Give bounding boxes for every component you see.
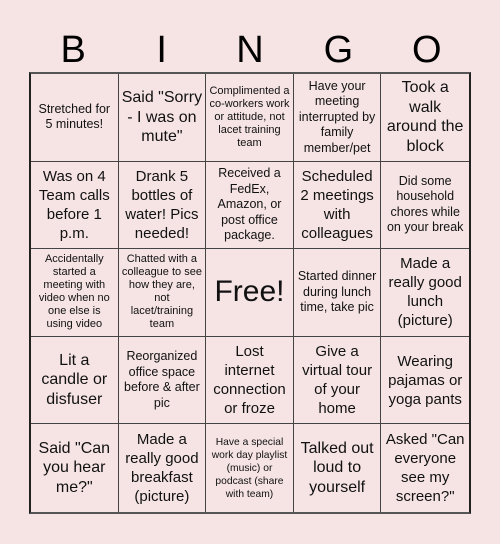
bingo-cell[interactable]: Drank 5 bottles of water! Pics needed! bbox=[118, 161, 207, 250]
bingo-cell[interactable]: Accidentally started a meeting with vide… bbox=[31, 249, 119, 337]
bingo-cell[interactable]: Have a special work day playlist (music)… bbox=[206, 424, 294, 512]
bingo-cell[interactable]: Scheduled 2 meetings with colleagues bbox=[293, 161, 382, 250]
cell-text: Have your meeting interrupted by family … bbox=[298, 78, 376, 155]
header-letter-g: G bbox=[323, 29, 354, 71]
cell-text: Scheduled 2 meetings with colleagues bbox=[300, 167, 374, 242]
cell-text: Talked out loud to yourself bbox=[300, 439, 374, 496]
cell-text: Stretched for 5 minutes! bbox=[38, 101, 111, 132]
cell-text: Complimented a co-workers work or attitu… bbox=[209, 84, 290, 149]
cell-text: Drank 5 bottles of water! Pics needed! bbox=[125, 167, 199, 242]
cell-text: Did some household chores while on your … bbox=[386, 173, 464, 235]
cell-text: Wearing pajamas or yoga pants bbox=[388, 352, 463, 408]
free-space-text: Free! bbox=[214, 275, 285, 309]
bingo-cell[interactable]: Have your meeting interrupted by family … bbox=[293, 74, 382, 162]
bingo-cell[interactable]: Said "Can you hear me?" bbox=[31, 424, 119, 512]
cell-text: Have a special work day playlist (music)… bbox=[211, 436, 288, 500]
bingo-cell[interactable]: Chatted with a colleague to see how they… bbox=[118, 249, 207, 337]
cell-text: Asked "Can everyone see my screen?" bbox=[385, 431, 465, 506]
header-letter-n: N bbox=[236, 29, 264, 71]
bingo-cell[interactable]: Stretched for 5 minutes! bbox=[31, 74, 119, 162]
bingo-cell[interactable]: Asked "Can everyone see my screen?" bbox=[381, 424, 469, 512]
cell-text: Accidentally started a meeting with vide… bbox=[38, 253, 110, 331]
cell-text: Made a really good breakfast (picture) bbox=[125, 431, 199, 506]
bingo-cell[interactable]: Complimented a co-workers work or attitu… bbox=[206, 74, 294, 162]
bingo-cell[interactable]: Lit a candle or disfuser bbox=[31, 336, 119, 425]
cell-text: Was on 4 Team calls before 1 p.m. bbox=[38, 167, 110, 242]
bingo-cell[interactable]: Started dinner during lunch time, take p… bbox=[293, 249, 382, 337]
header-letter-b: B bbox=[60, 29, 86, 71]
cell-text: Give a virtual tour of your home bbox=[302, 343, 373, 418]
cell-text: Started dinner during lunch time, take p… bbox=[297, 269, 377, 315]
bingo-cell[interactable]: Wearing pajamas or yoga pants bbox=[381, 337, 469, 425]
bingo-cell[interactable]: Took a walk around the block bbox=[381, 74, 469, 162]
cell-text: Reorganized office space before & after … bbox=[124, 349, 200, 410]
cell-text: Chatted with a colleague to see how they… bbox=[121, 253, 202, 331]
bingo-cell[interactable]: Lost internet connection or froze bbox=[206, 336, 294, 425]
bingo-cell[interactable]: Did some household chores while on your … bbox=[381, 162, 469, 250]
cell-text: Made a really good lunch (picture) bbox=[388, 255, 462, 330]
bingo-cell[interactable]: Reorganized office space before & after … bbox=[118, 336, 207, 425]
cell-text: Said "Sorry - I was on mute" bbox=[121, 89, 203, 146]
header-letter-i: I bbox=[156, 29, 167, 71]
bingo-cell[interactable]: Made a really good lunch (picture) bbox=[381, 249, 469, 337]
cell-text: Said "Can you hear me?" bbox=[38, 439, 111, 496]
free-space-cell[interactable]: Free! bbox=[206, 249, 294, 337]
cell-text: Took a walk around the block bbox=[386, 79, 464, 155]
cell-text: Lost internet connection or froze bbox=[213, 343, 286, 418]
bingo-cell[interactable]: Was on 4 Team calls before 1 p.m. bbox=[31, 161, 119, 250]
bingo-cell[interactable]: Made a really good breakfast (picture) bbox=[119, 424, 207, 512]
cell-text: Received a FedEx, Amazon, or post office… bbox=[217, 166, 282, 243]
bingo-cell[interactable]: Said "Sorry - I was on mute" bbox=[118, 74, 207, 162]
header-letter-o: O bbox=[412, 29, 442, 71]
cell-text: Lit a candle or disfuser bbox=[41, 351, 108, 408]
bingo-grid: Stretched for 5 minutes! Said "Sorry - I… bbox=[29, 72, 471, 514]
bingo-cell[interactable]: Talked out loud to yourself bbox=[294, 424, 382, 512]
bingo-cell[interactable]: Received a FedEx, Amazon, or post office… bbox=[206, 161, 294, 250]
bingo-cell[interactable]: Give a virtual tour of your home bbox=[293, 336, 382, 425]
bingo-header: B I N G O bbox=[29, 28, 471, 72]
